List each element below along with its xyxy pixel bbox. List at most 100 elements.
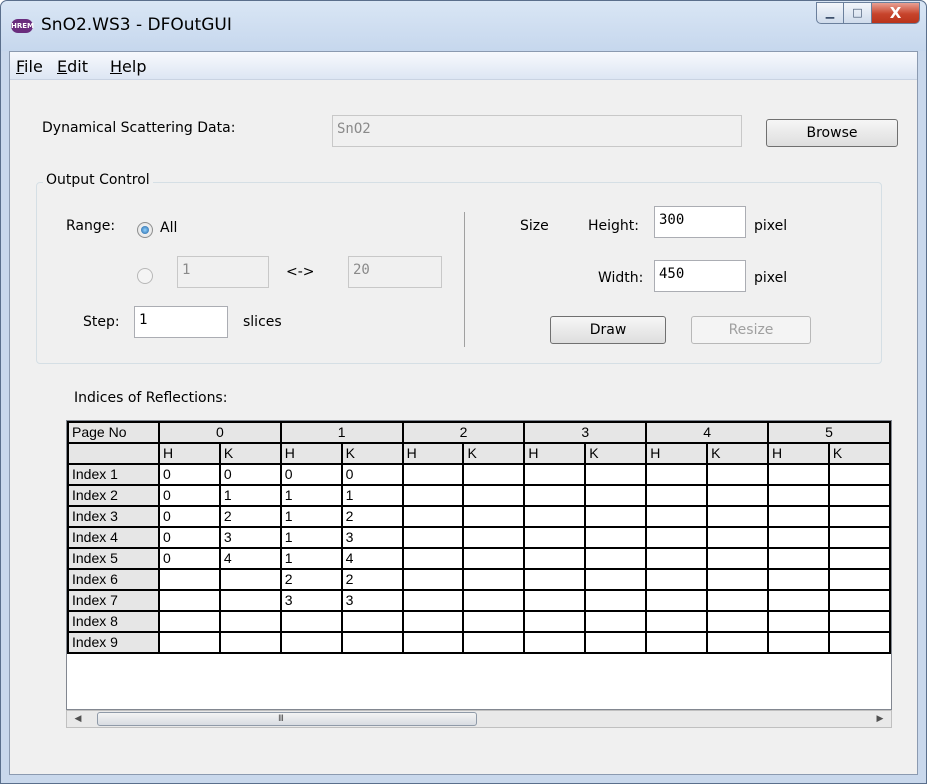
- horizontal-scrollbar[interactable]: ◀ III ▶: [66, 710, 892, 728]
- menu-help[interactable]: Help: [110, 57, 146, 76]
- grid-cell[interactable]: [523, 547, 587, 570]
- grid-cell[interactable]: [157, 631, 221, 654]
- grid-cell[interactable]: [645, 484, 709, 507]
- grid-cell[interactable]: [827, 589, 891, 612]
- app-icon[interactable]: HREM: [11, 19, 34, 33]
- menu-edit[interactable]: Edit: [57, 57, 88, 76]
- range-from-field[interactable]: 1: [177, 256, 269, 288]
- height-field[interactable]: 300: [654, 206, 746, 238]
- grid-cell[interactable]: [462, 589, 526, 612]
- grid-cell[interactable]: [706, 631, 769, 654]
- grid-cell[interactable]: [523, 589, 587, 612]
- grid-cell[interactable]: 1: [279, 526, 343, 549]
- grid-cell[interactable]: [584, 505, 648, 528]
- grid-cell[interactable]: [827, 631, 891, 654]
- grid-cell[interactable]: [827, 526, 891, 549]
- step-field[interactable]: 1: [134, 306, 228, 338]
- grid-cell[interactable]: [767, 568, 830, 591]
- grid-cell[interactable]: [706, 463, 769, 486]
- grid-cell[interactable]: 0: [157, 463, 221, 486]
- grid-cell[interactable]: 1: [340, 484, 404, 507]
- grid-cell[interactable]: [523, 568, 587, 591]
- grid-cell[interactable]: [279, 610, 343, 633]
- grid-cell[interactable]: [462, 526, 526, 549]
- minimize-button[interactable]: ▁: [816, 2, 844, 24]
- title-bar[interactable]: HREM SnO2.WS3 - DFOutGUI ▁ □ X: [1, 1, 926, 51]
- grid-cell[interactable]: 0: [279, 463, 343, 486]
- grid-cell[interactable]: [706, 484, 769, 507]
- grid-cell[interactable]: [767, 526, 830, 549]
- maximize-button[interactable]: □: [844, 2, 872, 24]
- range-to-field[interactable]: 20: [348, 256, 442, 288]
- grid-cell[interactable]: [218, 568, 282, 591]
- grid-cell[interactable]: [584, 631, 648, 654]
- grid-cell[interactable]: [401, 463, 465, 486]
- close-button[interactable]: X: [872, 2, 920, 24]
- grid-cell[interactable]: 3: [279, 589, 343, 612]
- grid-cell[interactable]: 0: [157, 526, 221, 549]
- grid-cell[interactable]: [279, 631, 343, 654]
- grid-cell[interactable]: 1: [279, 484, 343, 507]
- grid-cell[interactable]: [767, 631, 830, 654]
- grid-cell[interactable]: [523, 463, 587, 486]
- range-all-label[interactable]: All: [160, 220, 177, 236]
- grid-cell[interactable]: [584, 589, 648, 612]
- grid-cell[interactable]: [706, 526, 769, 549]
- grid-cell[interactable]: [462, 568, 526, 591]
- grid-cell[interactable]: [767, 589, 830, 612]
- grid-cell[interactable]: 0: [157, 505, 221, 528]
- grid-cell[interactable]: [584, 484, 648, 507]
- grid-cell[interactable]: [584, 463, 648, 486]
- grid-cell[interactable]: [827, 505, 891, 528]
- grid-cell[interactable]: [523, 484, 587, 507]
- grid-cell[interactable]: 2: [340, 568, 404, 591]
- grid-cell[interactable]: [401, 526, 465, 549]
- grid-cell[interactable]: [827, 610, 891, 633]
- grid-cell[interactable]: [584, 568, 648, 591]
- grid-cell[interactable]: [523, 505, 587, 528]
- grid-cell[interactable]: [584, 547, 648, 570]
- grid-cell[interactable]: [767, 505, 830, 528]
- grid-cell[interactable]: [157, 589, 221, 612]
- grid-cell[interactable]: [523, 610, 587, 633]
- grid-cell[interactable]: [462, 484, 526, 507]
- grid-cell[interactable]: [827, 484, 891, 507]
- grid-cell[interactable]: [706, 505, 769, 528]
- grid-cell[interactable]: 4: [218, 547, 282, 570]
- grid-cell[interactable]: 3: [340, 526, 404, 549]
- grid-cell[interactable]: [645, 631, 709, 654]
- grid-cell[interactable]: [584, 610, 648, 633]
- menu-file[interactable]: File: [16, 57, 43, 76]
- grid-cell[interactable]: [706, 547, 769, 570]
- grid-cell[interactable]: [827, 568, 891, 591]
- grid-cell[interactable]: [462, 610, 526, 633]
- grid-cell[interactable]: [340, 631, 404, 654]
- grid-cell[interactable]: 4: [340, 547, 404, 570]
- grid-cell[interactable]: [645, 547, 709, 570]
- scroll-left-arrow[interactable]: ◀: [69, 711, 87, 727]
- grid-cell[interactable]: [767, 484, 830, 507]
- grid-cell[interactable]: [401, 505, 465, 528]
- grid-cell[interactable]: [157, 568, 221, 591]
- grid-cell[interactable]: [645, 463, 709, 486]
- grid-cell[interactable]: [767, 463, 830, 486]
- grid-cell[interactable]: [340, 610, 404, 633]
- reflections-grid[interactable]: Page No 0 1 2 3 4 5 H K H K H K H K H K H K Index 1 0 0 0 0 Inde…: [66, 420, 892, 710]
- grid-cell[interactable]: 0: [157, 547, 221, 570]
- grid-cell[interactable]: [218, 631, 282, 654]
- width-field[interactable]: 450: [654, 260, 746, 292]
- grid-cell[interactable]: [706, 568, 769, 591]
- grid-cell[interactable]: [218, 610, 282, 633]
- grid-cell[interactable]: [827, 547, 891, 570]
- grid-cell[interactable]: 1: [279, 547, 343, 570]
- grid-cell[interactable]: [645, 589, 709, 612]
- draw-button[interactable]: Draw: [550, 316, 666, 344]
- grid-cell[interactable]: [523, 631, 587, 654]
- grid-cell[interactable]: [401, 484, 465, 507]
- grid-cell[interactable]: [462, 505, 526, 528]
- scroll-right-arrow[interactable]: ▶: [871, 711, 889, 727]
- grid-cell[interactable]: [767, 610, 830, 633]
- grid-cell[interactable]: 0: [218, 463, 282, 486]
- grid-cell[interactable]: [218, 589, 282, 612]
- grid-cell[interactable]: [645, 526, 709, 549]
